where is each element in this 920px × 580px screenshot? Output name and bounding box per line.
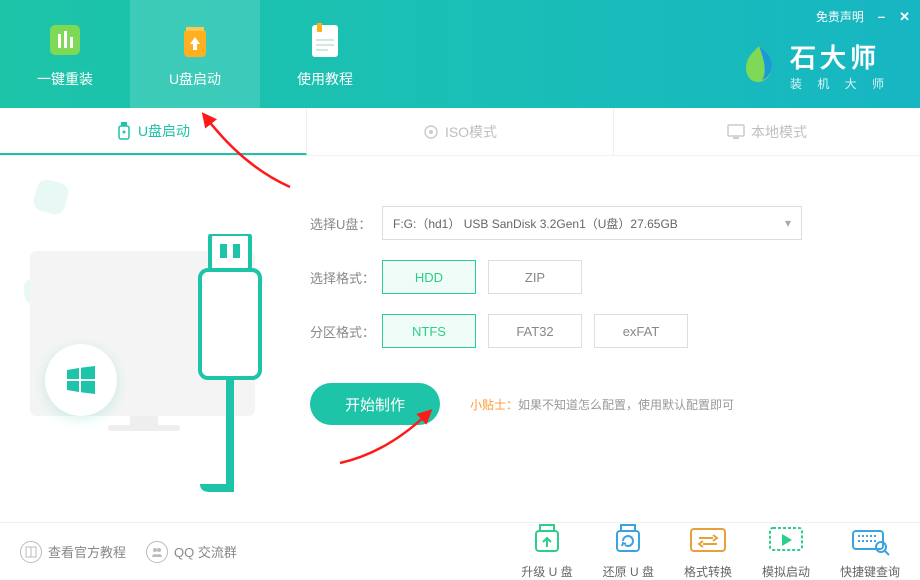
reinstall-icon	[44, 19, 86, 61]
partition-option-fat32[interactable]: FAT32	[488, 314, 582, 348]
tutorial-icon	[304, 19, 346, 61]
windows-badge	[45, 344, 117, 416]
nav-tabs: 一键重装 U盘启动 使用教程	[0, 0, 390, 108]
tip-label: 小贴士：	[470, 398, 518, 412]
usb-illustration-icon	[180, 234, 280, 494]
footer-link-label: 查看官方教程	[48, 542, 126, 561]
format-option-zip[interactable]: ZIP	[488, 260, 582, 294]
format-option-hdd[interactable]: HDD	[382, 260, 476, 294]
usb-select-label: 选择U盘：	[310, 214, 382, 233]
tool-hotkey-lookup[interactable]: 快捷键查询	[840, 523, 900, 580]
partition-option-exfat[interactable]: exFAT	[594, 314, 688, 348]
tool-restore-usb[interactable]: 还原 U 盘	[603, 523, 654, 580]
usb-boot-icon	[174, 19, 216, 61]
nav-tab-tutorial[interactable]: 使用教程	[260, 0, 390, 108]
format-label: 选择格式：	[310, 268, 382, 287]
nav-tab-label: 使用教程	[297, 69, 353, 89]
minimize-button[interactable]: –	[878, 9, 885, 24]
sub-tab-usb[interactable]: U盘启动	[0, 108, 307, 155]
partition-option-ntfs[interactable]: NTFS	[382, 314, 476, 348]
nav-tab-label: 一键重装	[37, 69, 93, 89]
tip-text: 小贴士：如果不知道怎么配置，使用默认配置即可	[470, 396, 734, 413]
logo-icon	[736, 42, 782, 88]
usb-icon	[116, 122, 132, 140]
sub-tabs: U盘启动 ISO模式 本地模式	[0, 108, 920, 156]
format-convert-icon	[687, 523, 729, 559]
usb-select-value: F:G:（hd1） USB SanDisk 3.2Gen1（U盘）27.65GB	[393, 215, 678, 232]
top-links: 免责声明 – ✕	[816, 8, 910, 25]
windows-icon	[63, 362, 99, 398]
sub-tab-local[interactable]: 本地模式	[614, 108, 920, 155]
sub-tab-label: ISO模式	[445, 122, 497, 142]
logo-subtitle: 装 机 大 师	[790, 75, 890, 92]
iso-icon	[423, 124, 439, 140]
tool-upgrade-usb[interactable]: 升级 U 盘	[521, 523, 572, 580]
header: 免责声明 – ✕ 一键重装 U盘启动 使用教程 石大师 装 机 大 师	[0, 0, 920, 108]
footer-link-label: QQ 交流群	[174, 542, 237, 561]
start-button[interactable]: 开始制作	[310, 383, 440, 425]
sub-tab-label: 本地模式	[751, 122, 807, 142]
official-tutorial-link[interactable]: 查看官方教程	[20, 541, 126, 563]
simulate-boot-icon	[765, 523, 807, 559]
partition-label: 分区格式：	[310, 322, 382, 341]
upgrade-usb-icon	[526, 523, 568, 559]
book-icon	[20, 541, 42, 563]
usb-select[interactable]: F:G:（hd1） USB SanDisk 3.2Gen1（U盘）27.65GB	[382, 206, 802, 240]
hotkey-icon	[849, 523, 891, 559]
content-area: 选择U盘： F:G:（hd1） USB SanDisk 3.2Gen1（U盘）2…	[0, 156, 920, 522]
close-button[interactable]: ✕	[899, 9, 910, 25]
nav-tab-reinstall[interactable]: 一键重装	[0, 0, 130, 108]
tool-simulate-boot[interactable]: 模拟启动	[762, 523, 810, 580]
tool-label: 还原 U 盘	[603, 563, 654, 580]
nav-tab-usb-boot[interactable]: U盘启动	[130, 0, 260, 108]
logo: 石大师 装 机 大 师	[736, 38, 890, 92]
logo-title: 石大师	[790, 38, 890, 75]
monitor-icon	[727, 124, 745, 140]
form-area: 选择U盘： F:G:（hd1） USB SanDisk 3.2Gen1（U盘）2…	[300, 156, 920, 522]
disclaimer-link[interactable]: 免责声明	[816, 8, 864, 25]
restore-usb-icon	[607, 523, 649, 559]
people-icon	[146, 541, 168, 563]
tool-label: 模拟启动	[762, 563, 810, 580]
tool-label: 格式转换	[684, 563, 732, 580]
tool-format-convert[interactable]: 格式转换	[684, 523, 732, 580]
sub-tab-iso[interactable]: ISO模式	[307, 108, 614, 155]
nav-tab-label: U盘启动	[169, 69, 221, 89]
tool-label: 升级 U 盘	[521, 563, 572, 580]
qq-group-link[interactable]: QQ 交流群	[146, 541, 237, 563]
footer: 查看官方教程 QQ 交流群 升级 U 盘 还原 U 盘 格式转换 模拟启动 快捷	[0, 522, 920, 580]
tool-label: 快捷键查询	[840, 563, 900, 580]
sub-tab-label: U盘启动	[138, 121, 190, 141]
illustration	[0, 156, 300, 522]
